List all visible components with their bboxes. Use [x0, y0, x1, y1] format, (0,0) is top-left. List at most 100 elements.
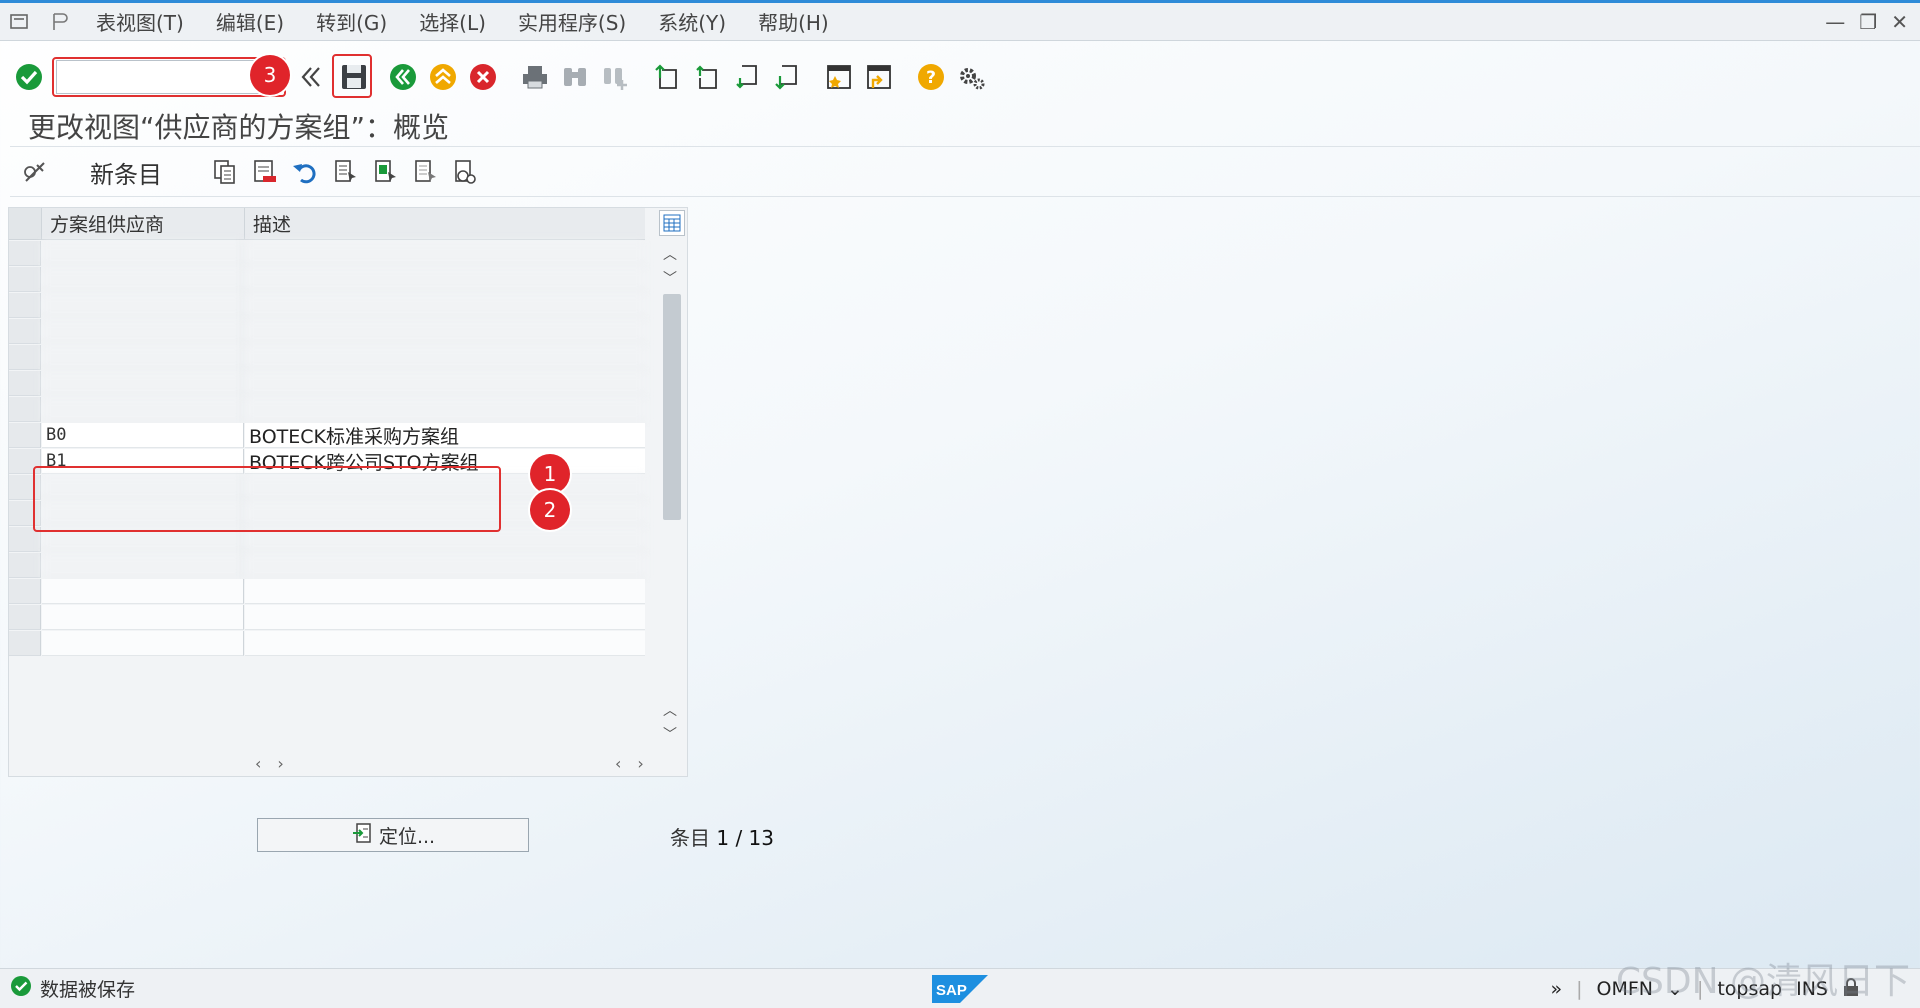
scheme-group-cell[interactable]	[42, 397, 244, 422]
menu-goto[interactable]: 转到(G)	[300, 3, 403, 41]
help-icon[interactable]: ?	[914, 60, 948, 94]
scroll-left-icon[interactable]: ‹	[615, 754, 621, 776]
scroll-up-icon[interactable]: ︿	[663, 244, 677, 264]
next-page-icon[interactable]	[730, 60, 764, 94]
column-header-description[interactable]: 描述	[245, 208, 645, 240]
print-field-list-icon[interactable]	[448, 155, 482, 189]
locate-button[interactable]: 定位...	[257, 818, 529, 852]
bookmark-icon[interactable]	[822, 60, 856, 94]
find-icon[interactable]	[558, 60, 592, 94]
scheme-group-cell[interactable]	[42, 267, 244, 292]
vertical-scrollbar[interactable]: ︿ ﹀ ︿ ﹀	[657, 208, 687, 778]
row-selector[interactable]	[9, 579, 41, 604]
description-cell[interactable]	[245, 631, 645, 656]
scroll-thumb[interactable]	[663, 294, 681, 520]
description-cell[interactable]	[245, 345, 645, 370]
horizontal-scroll-col1[interactable]: ‹ ›	[255, 754, 284, 776]
prev-page-icon[interactable]	[690, 60, 724, 94]
last-page-icon[interactable]	[770, 60, 804, 94]
scheme-group-cell[interactable]	[42, 605, 244, 630]
horizontal-scroll-col2[interactable]: ‹ ›	[615, 754, 644, 776]
row-selector[interactable]	[9, 631, 41, 656]
cancel-icon[interactable]	[466, 60, 500, 94]
description-cell[interactable]	[245, 293, 645, 318]
menu-system[interactable]: 系统(Y)	[642, 3, 742, 41]
delete-icon[interactable]	[248, 155, 282, 189]
description-cell[interactable]	[245, 241, 645, 266]
scroll-right-icon[interactable]: ›	[637, 754, 643, 776]
scroll-down-bottom-icon[interactable]: ﹀	[663, 724, 677, 744]
shortcut-icon[interactable]	[862, 60, 896, 94]
system-menu-icon[interactable]	[0, 3, 40, 41]
display-change-icon[interactable]	[18, 155, 52, 189]
row-selector[interactable]	[9, 293, 41, 318]
exit-icon[interactable]	[426, 60, 460, 94]
scroll-left-icon[interactable]: ‹	[255, 754, 261, 776]
new-entries-button[interactable]: 新条目	[90, 155, 162, 190]
scheme-group-cell[interactable]	[42, 631, 244, 656]
table-row[interactable]	[9, 579, 645, 605]
scheme-group-cell[interactable]	[42, 345, 244, 370]
print-icon[interactable]	[518, 60, 552, 94]
row-selector[interactable]	[9, 553, 41, 578]
copy-as-icon[interactable]	[208, 155, 242, 189]
first-page-icon[interactable]	[650, 60, 684, 94]
deselect-all-icon[interactable]	[408, 155, 442, 189]
scroll-down-icon[interactable]: ﹀	[663, 268, 677, 288]
row-selector[interactable]	[9, 397, 41, 422]
select-block-icon[interactable]	[368, 155, 402, 189]
row-selector[interactable]	[9, 241, 41, 266]
table-settings-icon[interactable]	[659, 210, 685, 236]
row-selector[interactable]	[9, 371, 41, 396]
scheme-group-cell[interactable]	[42, 319, 244, 344]
table-row[interactable]	[9, 241, 645, 267]
expand-toolbar-icon[interactable]	[294, 60, 328, 94]
table-row[interactable]	[9, 605, 645, 631]
settings-icon[interactable]	[954, 60, 988, 94]
row-selector[interactable]	[9, 319, 41, 344]
select-all-rows-header[interactable]	[9, 208, 42, 240]
description-cell[interactable]	[245, 579, 645, 604]
scheme-group-cell[interactable]: B0	[42, 423, 244, 448]
row-selector[interactable]	[9, 345, 41, 370]
select-all-icon[interactable]	[328, 155, 362, 189]
find-next-icon[interactable]	[598, 60, 632, 94]
scheme-group-cell[interactable]	[42, 579, 244, 604]
description-cell[interactable]	[245, 267, 645, 292]
enter-check-icon[interactable]	[12, 60, 46, 94]
table-row[interactable]	[9, 267, 645, 293]
table-row[interactable]	[9, 319, 645, 345]
back-icon[interactable]	[386, 60, 420, 94]
scheme-group-cell[interactable]	[42, 293, 244, 318]
table-row[interactable]: B0 BOTECK标准采购方案组	[9, 423, 645, 449]
table-row[interactable]	[9, 397, 645, 423]
menu-edit[interactable]: 编辑(E)	[200, 3, 300, 41]
description-cell[interactable]	[245, 319, 645, 344]
scheme-group-cell[interactable]	[42, 371, 244, 396]
table-row[interactable]	[9, 371, 645, 397]
close-window-icon[interactable]: ✕	[1891, 10, 1908, 34]
menu-selection[interactable]: 选择(L)	[403, 3, 502, 41]
scheme-group-cell[interactable]	[42, 241, 244, 266]
scroll-up-bottom-icon[interactable]: ︿	[663, 700, 677, 720]
menu-utilities[interactable]: 实用程序(S)	[502, 3, 642, 41]
row-selector[interactable]	[9, 423, 41, 448]
description-cell[interactable]: BOTECK标准采购方案组	[245, 423, 645, 448]
minimize-icon[interactable]: —	[1825, 10, 1845, 34]
expand-status-icon[interactable]: »	[1551, 978, 1563, 1000]
column-header-scheme-group[interactable]: 方案组供应商	[42, 208, 245, 240]
table-row[interactable]	[9, 293, 645, 319]
description-cell[interactable]	[245, 605, 645, 630]
restore-icon[interactable]: ❐	[1859, 10, 1877, 34]
description-cell[interactable]	[245, 371, 645, 396]
row-selector[interactable]	[9, 267, 41, 292]
description-cell[interactable]	[245, 553, 645, 578]
scroll-right-icon[interactable]: ›	[277, 754, 283, 776]
table-row[interactable]	[9, 553, 645, 579]
menu-table-view[interactable]: 表视图(T)	[80, 3, 200, 41]
scheme-group-cell[interactable]	[42, 553, 244, 578]
undo-change-icon[interactable]	[288, 155, 322, 189]
menu-help[interactable]: 帮助(H)	[742, 3, 845, 41]
row-selector[interactable]	[9, 605, 41, 630]
layout-menu-icon[interactable]	[40, 3, 80, 41]
